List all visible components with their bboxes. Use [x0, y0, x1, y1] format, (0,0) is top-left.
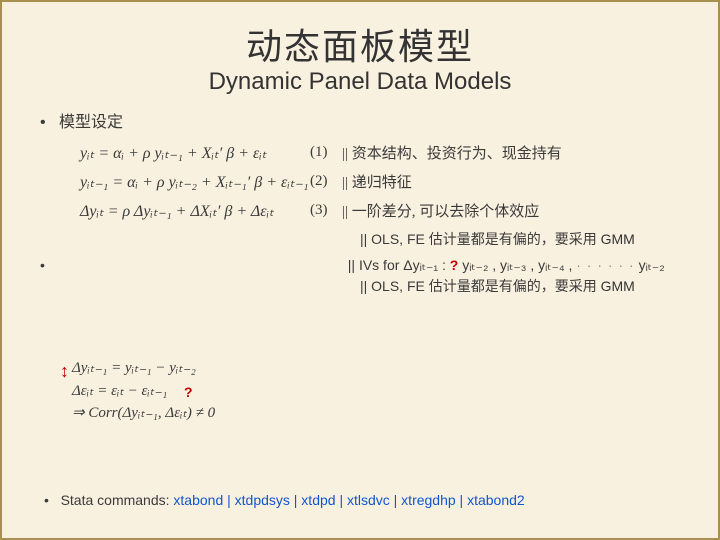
bullet-model-spec-text: 模型设定 — [59, 114, 123, 131]
eq3-formula: Δyᵢₜ = ρ Δyᵢₜ₋₁ + ΔXᵢₜ′ β + Δεᵢₜ — [80, 201, 310, 221]
note1-text: || OLS, FE 估计量都是有偏的，要采用 — [360, 231, 601, 247]
stata-label: Stata commands: — [61, 492, 174, 508]
bullet-dot-3: • — [44, 492, 49, 508]
notes-block: || OLS, FE 估计量都是有偏的，要采用 GMM • || IVs for… — [60, 229, 680, 298]
eq2-num: (2) — [310, 173, 342, 190]
note2-dots: · · · · · · — [576, 257, 634, 273]
stata-command-list: xtabond | xtdpdsys | xtdpd | xtlsdvc | x… — [173, 492, 524, 508]
bullet-dot-2: • — [40, 255, 60, 277]
note2-qmark: ? — [450, 257, 459, 273]
equation-1: yᵢₜ = αᵢ + ρ yᵢₜ₋₁ + Xᵢₜ′ β + εᵢₜ (1) ||… — [80, 142, 680, 163]
equation-list: yᵢₜ = αᵢ + ρ yᵢₜ₋₁ + Xᵢₜ′ β + εᵢₜ (1) ||… — [80, 142, 680, 221]
note-line-3: || OLS, FE 估计量都是有偏的，要采用 GMM — [360, 276, 680, 298]
eq1-formula: yᵢₜ = αᵢ + ρ yᵢₜ₋₁ + Xᵢₜ′ β + εᵢₜ — [80, 143, 310, 163]
eq3-num: (3) — [310, 202, 342, 219]
eq1-desc: || 资本结构、投资行为、现金持有 — [342, 142, 562, 163]
diag-r2: Δεᵢₜ = εᵢₜ − εᵢₜ₋₁ — [72, 380, 262, 403]
title-block: 动态面板模型 Dynamic Panel Data Models — [2, 18, 718, 96]
note2-prefix: || IVs for Δyᵢₜ₋₁ : — [348, 257, 450, 273]
eq1-num: (1) — [310, 144, 342, 161]
eq2-desc: || 递归特征 — [342, 171, 412, 192]
note2-tail: yᵢₜ₋₂ — [639, 257, 665, 273]
red-question-icon: ? — [184, 384, 193, 400]
bullet-dot: • — [40, 114, 46, 131]
eq3-desc: || 一阶差分, 可以去除个体效应 — [342, 200, 539, 221]
equation-3: Δyᵢₜ = ρ Δyᵢₜ₋₁ + ΔXᵢₜ′ β + Δεᵢₜ (3) || … — [80, 200, 680, 221]
note3-text: || OLS, FE 估计量都是有偏的，要采用 — [360, 278, 601, 294]
title-en: Dynamic Panel Data Models — [2, 68, 718, 96]
correlation-derivation: Δyᵢₜ₋₁ = yᵢₜ₋₁ − yᵢₜ₋₂ Δεᵢₜ = εᵢₜ − εᵢₜ₋… — [72, 357, 262, 425]
red-arrow-icon: ↕ — [60, 362, 69, 380]
diag-r1: Δyᵢₜ₋₁ = yᵢₜ₋₁ − yᵢₜ₋₂ — [72, 357, 262, 380]
note3-gmm: GMM — [601, 278, 635, 294]
note1-gmm: GMM — [601, 231, 635, 247]
bullet-model-spec: • 模型设定 — [40, 108, 680, 132]
title-cn: 动态面板模型 — [2, 18, 718, 70]
note2-ivlist: yᵢₜ₋₂ , yᵢₜ₋₃ , yᵢₜ₋₄ , — [462, 257, 576, 273]
eq2-formula: yᵢₜ₋₁ = αᵢ + ρ yᵢₜ₋₂ + Xᵢₜ₋₁′ β + εᵢₜ₋₁ — [80, 172, 310, 192]
body: • 模型设定 yᵢₜ = αᵢ + ρ yᵢₜ₋₁ + Xᵢₜ′ β + εᵢₜ… — [2, 96, 718, 298]
stata-commands-row: • Stata commands: xtabond | xtdpdsys | x… — [44, 492, 525, 508]
note-line-1: || OLS, FE 估计量都是有偏的，要采用 GMM — [360, 229, 680, 251]
diag-r3: ⇒ Corr(Δyᵢₜ₋₁, Δεᵢₜ) ≠ 0 — [72, 402, 262, 425]
equation-2: yᵢₜ₋₁ = αᵢ + ρ yᵢₜ₋₂ + Xᵢₜ₋₁′ β + εᵢₜ₋₁ … — [80, 171, 680, 192]
